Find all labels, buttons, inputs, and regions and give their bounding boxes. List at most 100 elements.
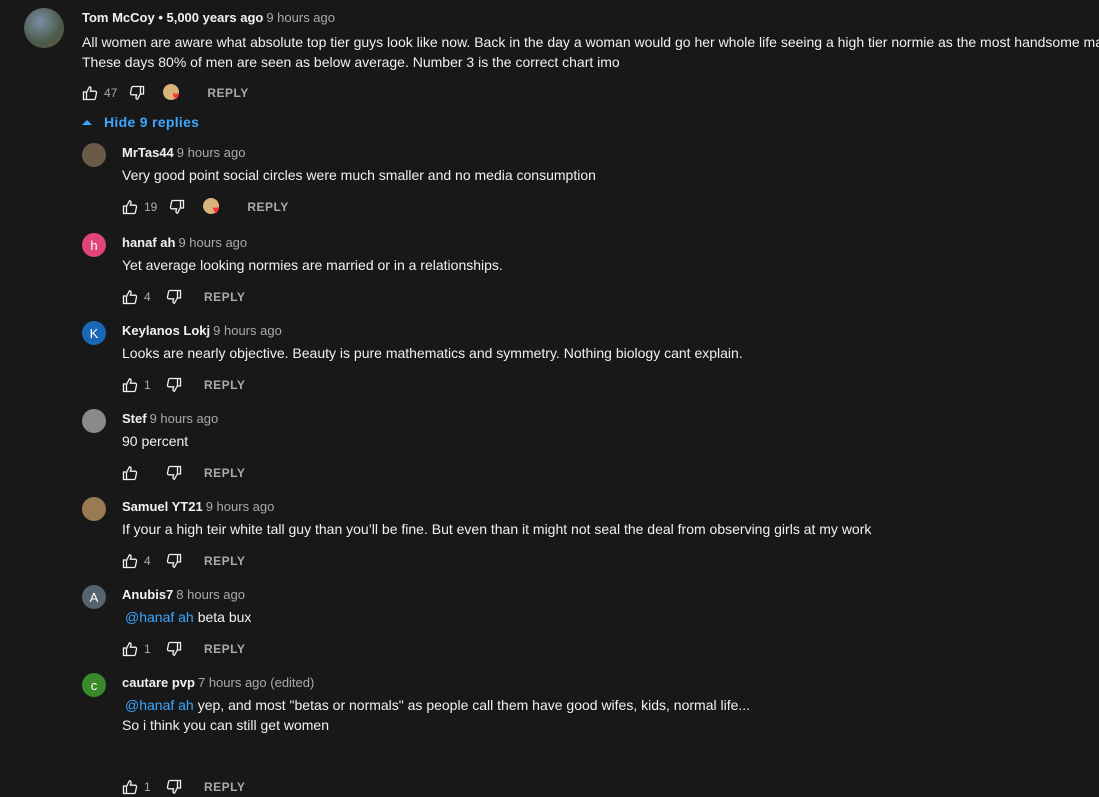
hide-replies-label: Hide 9 replies: [104, 114, 200, 130]
comment-text-content: Very good point social circles were much…: [122, 167, 596, 183]
comment-author[interactable]: cautare pvp 7 hours ago (edited): [122, 675, 314, 690]
timestamp[interactable]: 9 hours ago: [206, 499, 275, 514]
comment-author[interactable]: MrTas44 9 hours ago: [122, 145, 245, 160]
creator-heart-icon: ♥: [163, 83, 185, 103]
dislike-icon[interactable]: [166, 553, 182, 569]
comment-text-line: @hanaf ah yep, and most "betas or normals…: [122, 695, 750, 715]
author-name[interactable]: Anubis7: [122, 587, 173, 602]
dislike-icon[interactable]: [129, 85, 145, 101]
comment-text-line: If your a high teir white tall guy than …: [122, 519, 871, 539]
reply-button[interactable]: REPLY: [204, 378, 245, 392]
reply-button[interactable]: REPLY: [207, 86, 248, 100]
dislike-icon[interactable]: [166, 779, 182, 795]
timestamp[interactable]: 8 hours ago: [176, 587, 245, 602]
comment-actions: 1 REPLY: [122, 639, 245, 659]
comment-author[interactable]: Tom McCoy • 5,000 years ago 9 hours ago: [82, 10, 335, 25]
comment-text: Looks are nearly objective. Beauty is pu…: [122, 343, 743, 363]
avatar[interactable]: [82, 143, 106, 167]
comment-author[interactable]: Keylanos Lokj 9 hours ago: [122, 323, 282, 338]
like-icon[interactable]: [122, 553, 138, 569]
comment-actions: 47 ♥ REPLY: [82, 83, 249, 103]
comment-actions: 1 REPLY: [122, 777, 245, 797]
comment-text: 90 percent: [122, 431, 188, 451]
dislike-icon[interactable]: [166, 289, 182, 305]
comment-text-content: Yet average looking normies are married …: [122, 257, 503, 273]
reply-button[interactable]: REPLY: [204, 554, 245, 568]
reply-button[interactable]: REPLY: [204, 466, 245, 480]
like-count: 4: [144, 290, 151, 304]
like-count: 19: [144, 200, 158, 214]
comment-text: If your a high teir white tall guy than …: [122, 519, 871, 539]
like-count: 47: [104, 86, 118, 100]
timestamp[interactable]: 7 hours ago (edited): [198, 675, 314, 690]
like-icon[interactable]: [122, 465, 138, 481]
comment-text: @hanaf ah yep, and most "betas or normals…: [122, 695, 750, 735]
comment-text-line: So i think you can still get women: [122, 717, 329, 733]
comment-author[interactable]: Samuel YT21 9 hours ago: [122, 499, 274, 514]
like-icon[interactable]: [122, 779, 138, 795]
like-count: 1: [144, 642, 151, 656]
comment-author[interactable]: Anubis7 8 hours ago: [122, 587, 245, 602]
comment-text-content: yep, and most "betas or normals" as peop…: [197, 697, 751, 713]
author-name[interactable]: Tom McCoy • 5,000 years ago: [82, 10, 263, 25]
caret-up-icon: [82, 119, 92, 125]
mention-link[interactable]: @hanaf ah: [125, 609, 194, 625]
hide-replies-button[interactable]: Hide 9 replies: [82, 114, 199, 130]
comment-text: @hanaf ah beta bux: [122, 607, 251, 627]
dislike-icon[interactable]: [166, 641, 182, 657]
comment-actions: 4 REPLY: [122, 287, 245, 307]
dislike-icon[interactable]: [169, 199, 185, 215]
avatar[interactable]: K: [82, 321, 106, 345]
author-name[interactable]: cautare pvp: [122, 675, 195, 690]
author-name[interactable]: Stef: [122, 411, 147, 426]
avatar-letter: c: [90, 677, 98, 693]
comment-author[interactable]: Stef 9 hours ago: [122, 411, 218, 426]
timestamp[interactable]: 9 hours ago: [177, 145, 246, 160]
dislike-icon[interactable]: [166, 465, 182, 481]
author-name[interactable]: hanaf ah: [122, 235, 175, 250]
timestamp[interactable]: 9 hours ago: [150, 411, 219, 426]
timestamp[interactable]: 9 hours ago: [178, 235, 247, 250]
avatar[interactable]: [24, 8, 64, 48]
author-name[interactable]: Samuel YT21: [122, 499, 203, 514]
comment-author[interactable]: hanaf ah 9 hours ago: [122, 235, 247, 250]
reply-button[interactable]: REPLY: [204, 780, 245, 794]
like-icon[interactable]: [122, 289, 138, 305]
timestamp[interactable]: 9 hours ago: [213, 323, 282, 338]
timestamp[interactable]: 9 hours ago: [266, 10, 335, 25]
comment-text: Yet average looking normies are married …: [122, 255, 503, 275]
avatar[interactable]: A: [82, 585, 106, 609]
like-icon[interactable]: [122, 377, 138, 393]
reply-button[interactable]: REPLY: [247, 200, 288, 214]
author-name[interactable]: Keylanos Lokj: [122, 323, 210, 338]
like-icon[interactable]: [122, 199, 138, 215]
comment-actions: REPLY: [122, 463, 245, 483]
dislike-icon[interactable]: [166, 377, 182, 393]
comment-text: Very good point social circles were much…: [122, 165, 596, 185]
like-icon[interactable]: [122, 641, 138, 657]
creator-heart-icon: ♥: [203, 197, 225, 217]
reply-button[interactable]: REPLY: [204, 290, 245, 304]
comment-text-content: 90 percent: [122, 433, 189, 449]
comment-text-content: If your a high teir white tall guy than …: [122, 521, 872, 537]
like-count: 1: [144, 378, 151, 392]
mention-link[interactable]: @hanaf ah: [125, 697, 194, 713]
author-name[interactable]: MrTas44: [122, 145, 174, 160]
avatar[interactable]: [82, 409, 106, 433]
like-count: 4: [144, 554, 151, 568]
comment-text-line: All women are aware what absolute top ti…: [82, 34, 1099, 50]
comment-actions: 19 ♥ REPLY: [122, 197, 289, 217]
comment-text-line: @hanaf ah beta bux: [122, 607, 251, 627]
like-icon[interactable]: [82, 85, 98, 101]
reply-button[interactable]: REPLY: [204, 642, 245, 656]
comment-text-line: 90 percent: [122, 431, 188, 451]
comment-text: All women are aware what absolute top ti…: [82, 32, 1099, 72]
avatar[interactable]: h: [82, 233, 106, 257]
comment-text-line: Yet average looking normies are married …: [122, 255, 503, 275]
comment-actions: 1 REPLY: [122, 375, 245, 395]
avatar[interactable]: c: [82, 673, 106, 697]
avatar-letter: K: [89, 325, 99, 341]
avatar[interactable]: [82, 497, 106, 521]
comment-text-line: Very good point social circles were much…: [122, 165, 596, 185]
comment-text-content: Looks are nearly objective. Beauty is pu…: [122, 345, 743, 361]
